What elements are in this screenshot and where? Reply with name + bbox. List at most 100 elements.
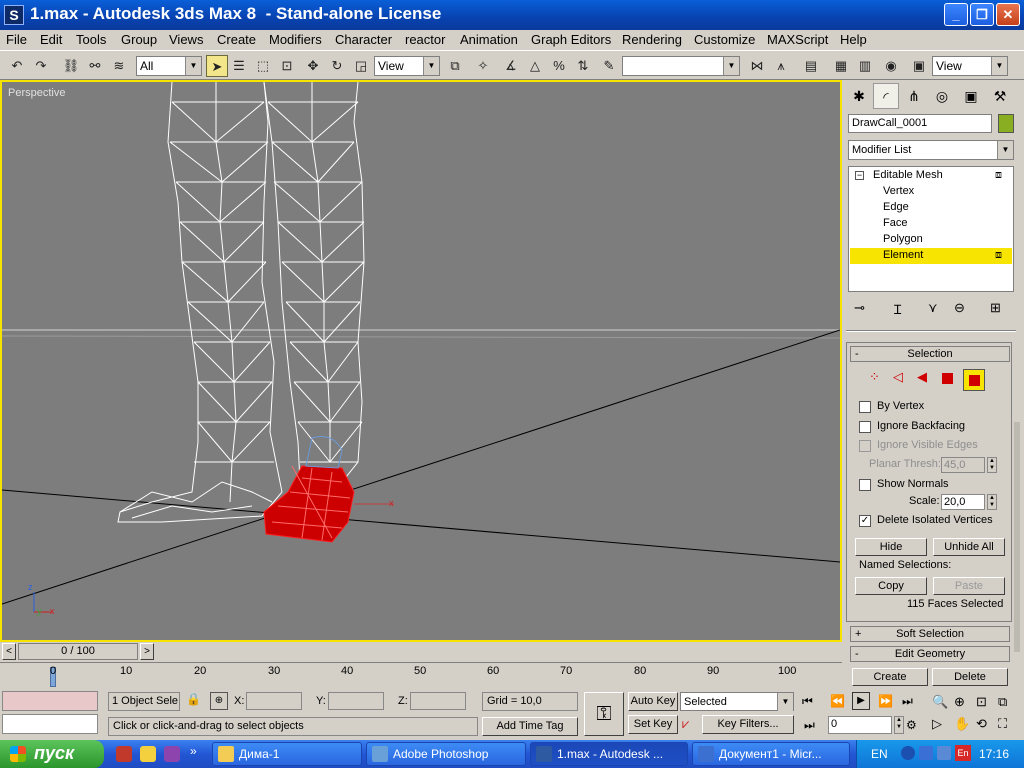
y-coordinate-field[interactable] xyxy=(328,692,384,710)
paste-button[interactable]: Paste xyxy=(933,577,1005,595)
collapse-icon[interactable]: − xyxy=(855,171,864,180)
language-indicator[interactable]: EN xyxy=(871,747,888,761)
stack-item-edge[interactable]: Edge xyxy=(883,201,909,213)
modifier-list-select[interactable]: Modifier List ▼ xyxy=(848,140,1014,160)
set-key-button[interactable]: Set Key xyxy=(628,715,678,734)
utilities-tab-icon[interactable]: ⚒ xyxy=(987,83,1013,109)
redo-icon[interactable]: ↷ xyxy=(30,55,52,77)
start-button[interactable]: пуск xyxy=(0,740,104,768)
menu-animation[interactable]: Animation xyxy=(460,32,518,47)
zoom-icon[interactable]: 🔍 xyxy=(932,694,948,710)
object-name-field[interactable]: DrawCall_0001 xyxy=(848,114,992,133)
menu-help[interactable]: Help xyxy=(840,32,867,47)
object-color-swatch[interactable] xyxy=(998,114,1014,133)
reference-coordinate-select[interactable]: View ▼ xyxy=(374,56,440,76)
menu-customize[interactable]: Customize xyxy=(694,32,755,47)
auto-key-button[interactable]: Auto Key xyxy=(628,692,678,711)
named-selection-sets-select[interactable]: ▼ xyxy=(622,56,740,76)
quicklaunch-media-icon[interactable] xyxy=(164,746,180,762)
show-normals-checkbox[interactable] xyxy=(859,479,871,491)
maxscript-input[interactable] xyxy=(2,714,98,734)
hierarchy-tab-icon[interactable]: ⋔ xyxy=(901,83,927,109)
next-key-icon[interactable]: ⏩ xyxy=(878,694,893,708)
quicklaunch-app-icon[interactable] xyxy=(116,746,132,762)
face-mode-icon[interactable]: ◀ xyxy=(917,369,927,385)
window-crossing-icon[interactable]: ⊡ xyxy=(276,55,298,77)
tray-network-icon[interactable] xyxy=(919,746,933,760)
align-icon[interactable]: ⩚ xyxy=(770,55,792,77)
render-scene-icon[interactable]: ▣ xyxy=(908,55,930,77)
menu-reactor[interactable]: reactor xyxy=(405,32,445,47)
stack-root[interactable]: Editable Mesh xyxy=(873,169,943,181)
unlink-icon[interactable]: ⚯ xyxy=(84,55,106,77)
display-tab-icon[interactable]: ▣ xyxy=(958,83,984,109)
task-word[interactable]: Документ1 - Micr... xyxy=(692,742,850,766)
menu-edit[interactable]: Edit xyxy=(40,32,62,47)
zoom-extents-all-icon[interactable]: ⧉ xyxy=(998,694,1007,710)
tray-volume-icon[interactable] xyxy=(937,746,951,760)
task-photoshop[interactable]: Adobe Photoshop xyxy=(366,742,526,766)
zoom-all-icon[interactable]: ⊕ xyxy=(954,694,965,710)
spinner-snap-icon[interactable]: ⇅ xyxy=(572,55,594,77)
configure-sets-icon[interactable]: ⊞ xyxy=(990,300,1001,316)
prev-frame-button[interactable]: < xyxy=(2,643,16,660)
make-unique-icon[interactable]: ⋎ xyxy=(928,300,938,316)
lock-icon[interactable]: 🔒 xyxy=(186,692,201,706)
vertex-mode-icon[interactable]: ⁘ xyxy=(869,369,880,385)
3ds-max-logo-icon[interactable]: S xyxy=(4,5,24,25)
current-frame-field[interactable]: 0 xyxy=(828,716,892,734)
selection-filter-select[interactable]: All ▼ xyxy=(136,56,202,76)
menu-file[interactable]: File xyxy=(6,32,27,47)
soft-selection-header[interactable]: + Soft Selection xyxy=(850,626,1010,642)
planar-thresh-field[interactable]: 45,0 xyxy=(941,457,985,473)
edge-mode-icon[interactable]: ◁ xyxy=(893,369,903,385)
current-frame-spinner[interactable]: ▲ ▼ xyxy=(894,716,904,734)
create-button[interactable]: Create xyxy=(852,668,928,686)
snaps-toggle-icon[interactable]: ∡ xyxy=(500,55,522,77)
rect-selection-icon[interactable]: ⬚ xyxy=(252,55,274,77)
arc-rotate-icon[interactable]: ⟲ xyxy=(976,716,987,732)
minimize-button[interactable]: _ xyxy=(944,3,968,26)
polygon-mode-icon[interactable] xyxy=(942,373,953,384)
play-icon[interactable]: ▶ xyxy=(852,692,870,710)
stack-item-element[interactable]: Element xyxy=(883,249,923,261)
next-frame-button[interactable]: > xyxy=(140,643,154,660)
key-filters-button[interactable]: Key Filters... xyxy=(702,715,794,734)
scale-field[interactable]: 20,0 xyxy=(941,494,985,510)
link-icon[interactable]: ⛓ xyxy=(60,55,82,77)
key-mode-toggle-icon[interactable]: ⏭ xyxy=(804,718,815,733)
time-slider-thumb[interactable]: 0 / 100 xyxy=(18,643,138,660)
select-by-name-icon[interactable]: ☰ xyxy=(228,55,250,77)
clock[interactable]: 17:16 xyxy=(979,747,1009,761)
modify-tab-icon[interactable]: ◜ xyxy=(873,83,899,109)
maximize-button[interactable]: ❐ xyxy=(970,3,994,26)
copy-button[interactable]: Copy xyxy=(855,577,927,595)
undo-icon[interactable]: ↶ xyxy=(6,55,28,77)
menu-tools[interactable]: Tools xyxy=(76,32,106,47)
stack-item-vertex[interactable]: Vertex xyxy=(883,185,914,197)
menu-group[interactable]: Group xyxy=(121,32,157,47)
percent-snap-icon[interactable]: % xyxy=(548,55,570,77)
menu-create[interactable]: Create xyxy=(217,32,256,47)
tray-app-icon[interactable] xyxy=(901,746,915,760)
edit-geometry-header[interactable]: - Edit Geometry xyxy=(850,646,1010,662)
pin-stack-icon[interactable]: ⊸ xyxy=(854,300,865,316)
zoom-extents-icon[interactable]: ⊡ xyxy=(976,694,987,710)
prev-key-icon[interactable]: ⏪ xyxy=(830,694,845,708)
menu-views[interactable]: Views xyxy=(169,32,203,47)
mirror-icon[interactable]: ⋈ xyxy=(746,55,768,77)
quicklaunch-more-icon[interactable]: » xyxy=(190,744,197,758)
delete-isolated-vertices-checkbox[interactable]: ✓ xyxy=(859,515,871,527)
goto-start-icon[interactable]: ⏮ xyxy=(802,694,813,709)
ignore-visible-edges-checkbox[interactable] xyxy=(859,440,871,452)
maxscript-listener-mini[interactable] xyxy=(2,691,98,711)
menu-graph-editors[interactable]: Graph Editors xyxy=(531,32,611,47)
time-slider-track[interactable]: < 0 / 100 > xyxy=(0,642,842,662)
menu-maxscript[interactable]: MAXScript xyxy=(767,32,828,47)
unhide-all-button[interactable]: Unhide All xyxy=(933,538,1005,556)
pivot-center-icon[interactable]: ⧉ xyxy=(444,55,466,77)
bind-space-warp-icon[interactable]: ≋ xyxy=(108,55,130,77)
selection-rollout-header[interactable]: - Selection xyxy=(850,346,1010,362)
maximize-viewport-icon[interactable]: ⛶ xyxy=(998,716,1007,732)
ignore-backfacing-checkbox[interactable] xyxy=(859,421,871,433)
